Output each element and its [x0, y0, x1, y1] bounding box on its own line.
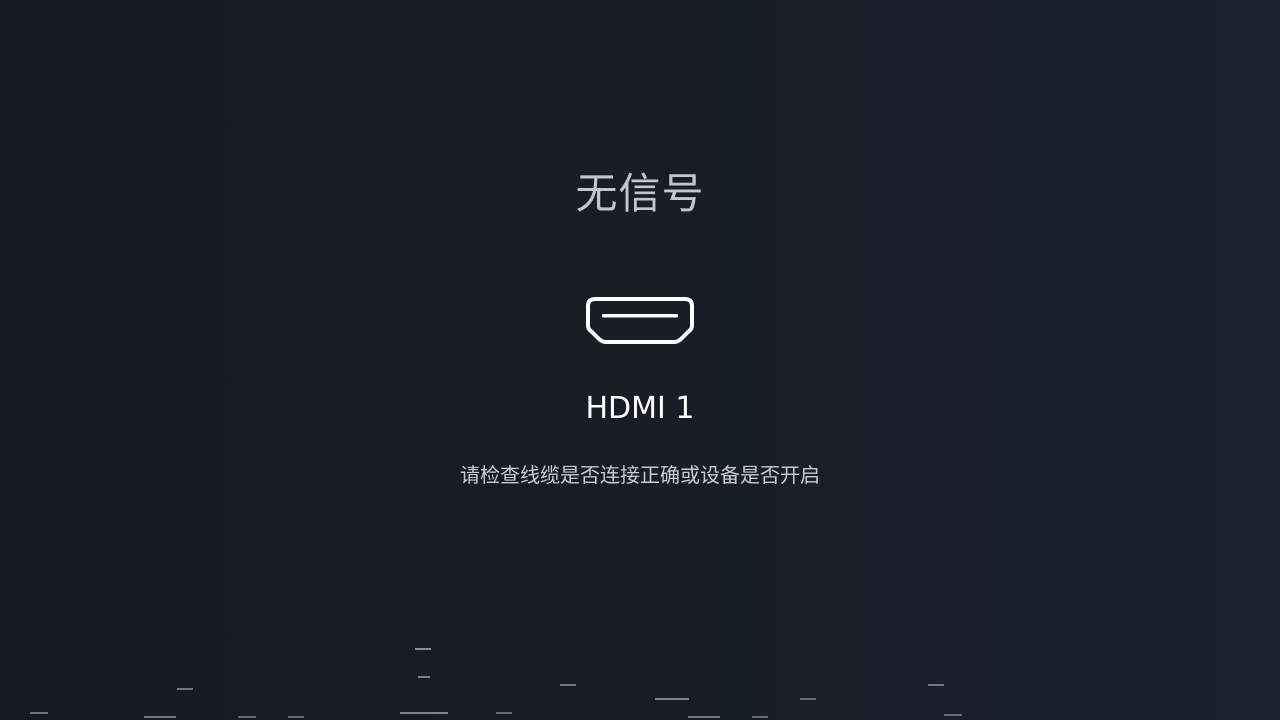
hdmi-port-icon [586, 297, 694, 344]
connection-hint: 请检查线缆是否连接正确或设备是否开启 [460, 463, 820, 487]
signal-noise-artifacts [30, 648, 962, 718]
input-source-name: HDMI 1 [585, 391, 695, 426]
no-signal-screen: 无信号 HDMI 1 请检查线缆是否连接正确或设备是否开启 [0, 0, 1280, 720]
no-signal-title: 无信号 [575, 169, 705, 218]
